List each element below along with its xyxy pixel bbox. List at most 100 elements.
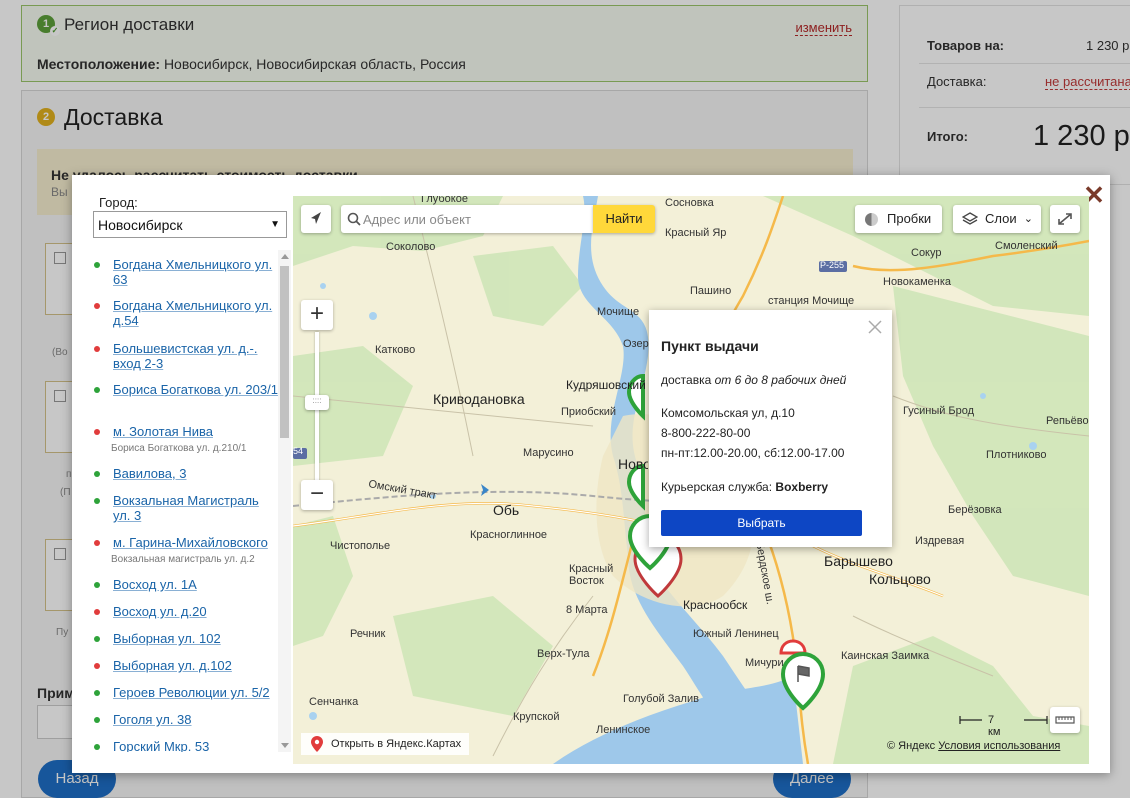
balloon-title: Пункт выдачи xyxy=(661,338,759,354)
map-label: Плотниково xyxy=(986,449,1047,461)
close-icon[interactable] xyxy=(868,320,882,334)
layers-icon xyxy=(962,212,978,225)
map-label: Краснообск xyxy=(683,598,748,612)
scroll-up-icon[interactable] xyxy=(281,254,289,259)
pickup-point-link[interactable]: Восход ул. д.20 xyxy=(113,604,278,619)
status-dot-icon xyxy=(94,262,100,268)
open-link-label: Открыть в Яндекс.Картах xyxy=(331,738,462,750)
status-dot-icon xyxy=(94,471,100,477)
status-dot-icon xyxy=(94,609,100,615)
city-select[interactable]: Новосибирск ▼ xyxy=(93,211,287,238)
location-arrow-icon xyxy=(311,212,321,224)
select-button[interactable]: Выбрать xyxy=(661,510,862,536)
delivery-time-prefix: доставка xyxy=(661,373,712,387)
scale-ruler-icon xyxy=(959,716,1048,724)
fullscreen-button[interactable] xyxy=(1050,205,1080,233)
ruler-button[interactable] xyxy=(1050,707,1080,733)
map-label: Ленинское xyxy=(596,724,651,736)
map-label: Берёзовка xyxy=(948,504,1002,516)
pickup-point-list: Богдана Хмельницкого ул. 63 Богдана Хмел… xyxy=(86,250,278,752)
pickup-address: Комсомольская ул, д.10 xyxy=(661,406,795,420)
map-label: Каинская Заимка xyxy=(841,650,930,662)
status-dot-icon xyxy=(94,744,100,750)
pickup-point-link[interactable]: Героев Революции ул. 5/2 xyxy=(113,685,278,700)
map-label: Мичури xyxy=(745,657,784,669)
pickup-point-link[interactable]: Вокзальная Магистраль ул. 3 xyxy=(113,493,278,523)
pickup-point-link[interactable]: Вавилова, 3 xyxy=(113,466,278,481)
pickup-point-link[interactable]: м. Золотая Нива xyxy=(113,424,278,439)
status-dot-icon xyxy=(94,636,100,642)
geolocation-button[interactable] xyxy=(301,205,331,233)
pickup-phone: 8-800-222-80-00 xyxy=(661,426,751,440)
status-dot-icon xyxy=(94,663,100,669)
zoom-out-button[interactable]: − xyxy=(301,480,333,510)
pickup-point-link[interactable]: Горский Мкр. 53 xyxy=(113,739,278,752)
traffic-button[interactable]: Пробки xyxy=(855,205,942,233)
map-label: станция Мочище xyxy=(768,295,855,307)
scrollbar-thumb[interactable] xyxy=(280,266,289,438)
expand-icon xyxy=(1058,213,1072,225)
courier-service: Курьерская служба: Boxberry xyxy=(661,480,828,494)
status-dot-icon xyxy=(94,387,100,393)
map-label: Пашино xyxy=(690,285,732,297)
map-label: Марусино xyxy=(523,447,574,459)
map-label: 8 Марта xyxy=(566,604,608,616)
pickup-hours: пн-пт:12.00-20.00, сб:12.00-17.00 xyxy=(661,446,845,460)
map-copyright: © Яндекс Условия использования xyxy=(887,740,1060,752)
zoom-slider-handle[interactable]: :::: xyxy=(305,395,329,410)
map-label: Озер xyxy=(623,338,649,350)
map-label: Обь xyxy=(493,502,520,518)
terms-link[interactable]: Условия использования xyxy=(938,740,1060,752)
map-label: Чистополье xyxy=(330,540,391,552)
map-label: Сокур xyxy=(911,247,942,259)
pickup-point-link[interactable]: Богдана Хмельницкого ул. д.54 xyxy=(113,298,278,328)
pickup-point-link[interactable]: Выборная ул. 102 xyxy=(113,631,278,646)
status-dot-icon xyxy=(94,303,100,309)
status-dot-icon xyxy=(94,346,100,352)
status-dot-icon xyxy=(94,498,100,504)
map-search-input[interactable] xyxy=(363,205,591,233)
pickup-point-link[interactable]: Восход ул. 1А xyxy=(113,577,278,592)
layers-button[interactable]: Слои ⌄ xyxy=(953,205,1041,233)
map-label: Барышево xyxy=(824,553,893,569)
map-label: Сенчанка xyxy=(309,696,359,708)
pickup-point-balloon: Пункт выдачи доставка от 6 до 8 рабочих … xyxy=(649,310,892,547)
map-label: Новосибирск xyxy=(618,456,648,472)
pickup-point-link[interactable]: Большевистская ул. д.-. вход 2-3 xyxy=(113,341,278,371)
map-label: Соколово xyxy=(386,241,436,253)
list-scrollbar[interactable] xyxy=(278,250,291,752)
map-label: Кудряшовский xyxy=(566,378,646,392)
map-label: Красноглинное xyxy=(470,529,548,541)
city-label: Город: xyxy=(99,195,138,210)
pickup-point-link[interactable]: м. Гарина-Михайловского xyxy=(113,535,278,550)
map-pin-icon xyxy=(311,736,323,752)
open-in-yandex-maps-link[interactable]: Открыть в Яндекс.Картах xyxy=(301,733,470,755)
status-dot-icon xyxy=(94,582,100,588)
status-dot-icon xyxy=(94,429,100,435)
map-label: Южный Ленинец xyxy=(693,628,779,640)
pickup-point-link[interactable]: Выборная ул. д.102 xyxy=(113,658,278,673)
map-label: Новокаменка xyxy=(883,276,951,288)
map-label: Красный Восток xyxy=(569,563,614,587)
ruler-icon xyxy=(1055,716,1075,724)
pickup-point-link[interactable]: Богдана Хмельницкого ул. 63 xyxy=(113,257,278,287)
pickup-point-link[interactable]: Гоголя ул. 38 xyxy=(113,712,278,727)
delivery-time-value: от 6 до 8 рабочих дней xyxy=(714,373,847,387)
chevron-down-icon: ⌄ xyxy=(1023,213,1033,225)
traffic-icon xyxy=(865,213,878,226)
dropdown-arrow-icon: ▼ xyxy=(270,219,280,230)
status-dot-icon xyxy=(94,540,100,546)
map-search-button[interactable]: Найти xyxy=(593,205,655,233)
status-dot-icon xyxy=(94,717,100,723)
city-select-value: Новосибирск xyxy=(98,217,183,233)
map-label: Криводановка xyxy=(433,391,525,407)
road-badge: Р-255 xyxy=(820,260,845,270)
map-label: Приобский xyxy=(561,406,617,418)
pickup-point-link[interactable]: Бориса Богаткова ул. 203/1 xyxy=(113,382,278,397)
scroll-down-icon[interactable] xyxy=(281,743,289,748)
map-label: Красный Яр xyxy=(665,227,727,239)
zoom-in-button[interactable]: + xyxy=(301,300,333,330)
map-label: Речник xyxy=(350,628,386,640)
map-label: Гусиный Брод xyxy=(903,405,975,417)
map-label: Мочище xyxy=(597,306,640,318)
